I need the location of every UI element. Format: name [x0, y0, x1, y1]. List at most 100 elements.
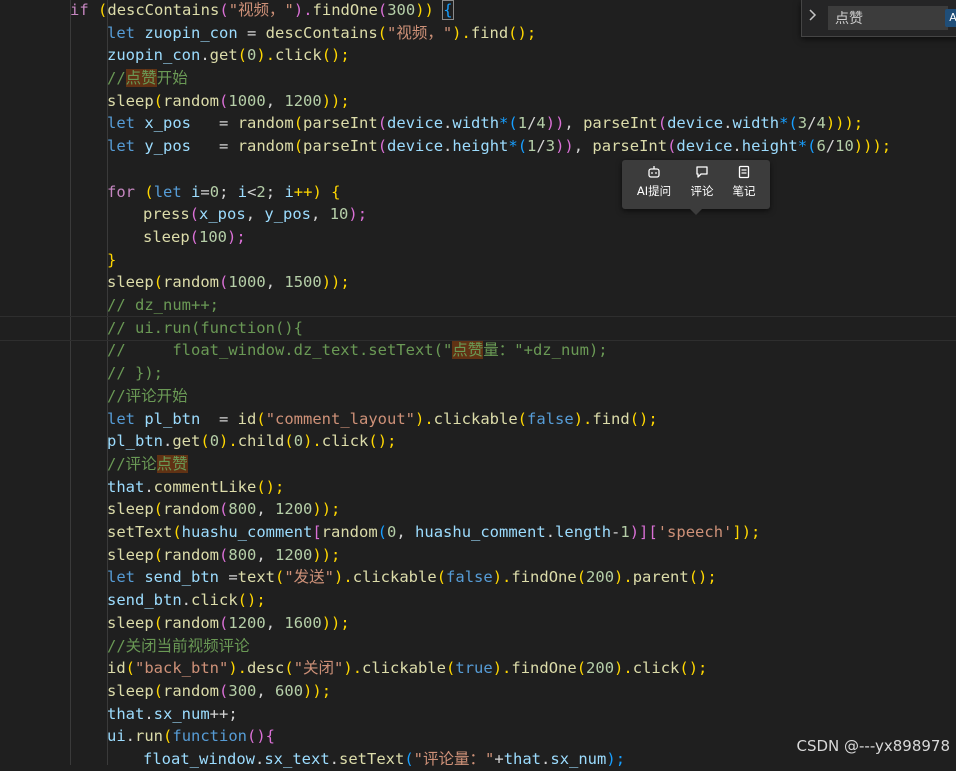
ai-ask-button[interactable]: AI提问 [632, 165, 676, 205]
code-token: i [284, 182, 294, 201]
code-line[interactable]: } [107, 249, 116, 272]
code-token: clickable [352, 568, 437, 587]
code-token: 1200 [275, 500, 313, 519]
code-token: )) [415, 1, 434, 19]
search-match-highlight: 点赞 [125, 69, 157, 87]
code-token: setText [107, 523, 173, 541]
code-line[interactable]: setText(huashu_comment[random(0, huashu_… [107, 521, 760, 544]
code-token: . [443, 114, 453, 133]
code-line[interactable]: ui.run(function(){ [107, 725, 275, 748]
code-token: ))); [825, 114, 864, 133]
code-token: "关闭" [293, 659, 344, 678]
code-token: // [107, 69, 126, 87]
code-line[interactable]: //点赞开始 [107, 67, 188, 90]
code-token: x_pos [199, 205, 246, 224]
code-editor[interactable]: if (descContains("视频，").findOne(300)) { … [0, 0, 956, 768]
code-token: . [144, 477, 154, 496]
code-token: / [527, 114, 537, 133]
code-token: 3 [545, 137, 556, 156]
code-line[interactable]: let x_pos = random(parseInt(device.width… [107, 112, 863, 135]
code-token: . [163, 432, 173, 451]
code-token: 10 [835, 137, 854, 156]
chevron-right-icon[interactable] [808, 8, 824, 26]
code-token: 4 [816, 114, 826, 133]
code-token: if [70, 1, 89, 19]
code-token: setText [339, 750, 405, 768]
code-token: )); [312, 500, 341, 519]
match-case-toggle[interactable]: A [945, 9, 956, 27]
notes-button[interactable]: 笔记 [722, 165, 766, 205]
code-token: height [452, 137, 509, 156]
code-line[interactable]: // ui.run(function(){ [107, 317, 303, 340]
code-token: sx_text [264, 750, 330, 768]
code-token: ( [163, 727, 173, 746]
code-token: that [107, 477, 145, 496]
code-line[interactable]: sleep(100); [143, 226, 246, 249]
code-token: ); [606, 750, 626, 768]
code-token: ( [576, 659, 587, 678]
code-line[interactable]: let y_pos = random(parseInt(device.heigh… [107, 135, 891, 158]
code-line[interactable]: let zuopin_con = descContains("视频，").fin… [107, 22, 536, 45]
code-line[interactable]: float_window.sx_text.setText("评论量："+that… [143, 748, 625, 771]
code-token: parseInt [583, 114, 658, 133]
code-token: ( [219, 273, 229, 292]
code-token: 800 [228, 500, 257, 519]
code-token: ). [293, 1, 313, 19]
code-token: ). [415, 409, 434, 428]
code-token: let [107, 114, 135, 133]
code-line[interactable]: sleep(random(300, 600)); [107, 680, 331, 703]
code-token: *( [499, 114, 518, 133]
code-token: 1200 [284, 91, 322, 110]
code-line[interactable]: //评论开始 [107, 385, 188, 408]
code-line[interactable]: // }); [107, 362, 163, 385]
code-line[interactable]: pl_btn.get(0).child(0).click(); [107, 430, 396, 453]
code-line[interactable]: let send_btn =text("发送").clickable(false… [107, 566, 717, 589]
code-line[interactable]: //关闭当前视频评论 [107, 635, 250, 658]
code-token: ). [614, 568, 633, 587]
code-line[interactable]: // dz_num++; [107, 294, 219, 317]
code-line[interactable]: sleep(random(1000, 1500)); [107, 271, 350, 294]
code-line[interactable]: sleep(random(1000, 1200)); [107, 90, 350, 113]
code-token: // float_window.dz_text.setText(" [107, 341, 453, 360]
code-token: , [311, 205, 330, 224]
code-line[interactable]: if (descContains("视频，").findOne(300)) { [70, 0, 454, 22]
code-token: { [442, 0, 454, 20]
code-token: ). [256, 46, 276, 65]
code-line[interactable]: //评论点赞 [107, 453, 188, 476]
code-line[interactable]: sleep(random(800, 1200)); [107, 544, 340, 567]
code-token: ]); [732, 523, 761, 541]
code-token: huashu_comment [415, 523, 546, 541]
code-line[interactable]: that.sx_num++; [107, 703, 238, 726]
code-token: ). [492, 659, 512, 678]
code-token: *( [508, 137, 528, 156]
code-token: ); [227, 227, 246, 246]
code-line[interactable]: sleep(random(800, 1200)); [107, 498, 340, 521]
find-input[interactable]: 点赞 [828, 6, 948, 30]
selection-toolbar: AI提问 评论 笔记 [622, 160, 770, 215]
code-token: parseInt [592, 137, 668, 156]
code-line[interactable]: zuopin_con.get(0).click(); [107, 44, 350, 67]
code-line[interactable]: send_btn.click(); [107, 589, 266, 612]
code-token: ). [573, 409, 593, 428]
code-token: ( [377, 23, 387, 42]
code-token: , [245, 205, 265, 224]
code-token: let [107, 568, 135, 587]
code-token: findOne [312, 1, 378, 19]
code-line[interactable]: id("back_btn").desc("关闭").clickable(true… [107, 657, 707, 680]
code-line[interactable]: let pl_btn = id("comment_layout").clicka… [107, 408, 658, 431]
code-token: 300 [387, 1, 416, 19]
code-token: + [494, 750, 504, 768]
code-token: . [125, 727, 136, 746]
code-token: , [265, 91, 285, 110]
code-line[interactable]: that.commentLike(); [107, 476, 284, 499]
code-line[interactable]: // float_window.dz_text.setText("点赞量："+d… [107, 339, 608, 362]
code-line[interactable]: sleep(random(1200, 1600)); [107, 612, 350, 635]
code-token: "评论量：" [413, 750, 495, 768]
comment-button[interactable]: 评论 [680, 165, 724, 205]
code-line[interactable]: press(x_pos, y_pos, 10); [143, 203, 367, 226]
code-token: random [321, 523, 378, 541]
code-token: send_btn [144, 568, 219, 587]
code-token: id [107, 659, 126, 678]
code-token: = [191, 114, 238, 133]
code-line[interactable]: for (let i=0; i<2; i++) { [107, 181, 340, 204]
